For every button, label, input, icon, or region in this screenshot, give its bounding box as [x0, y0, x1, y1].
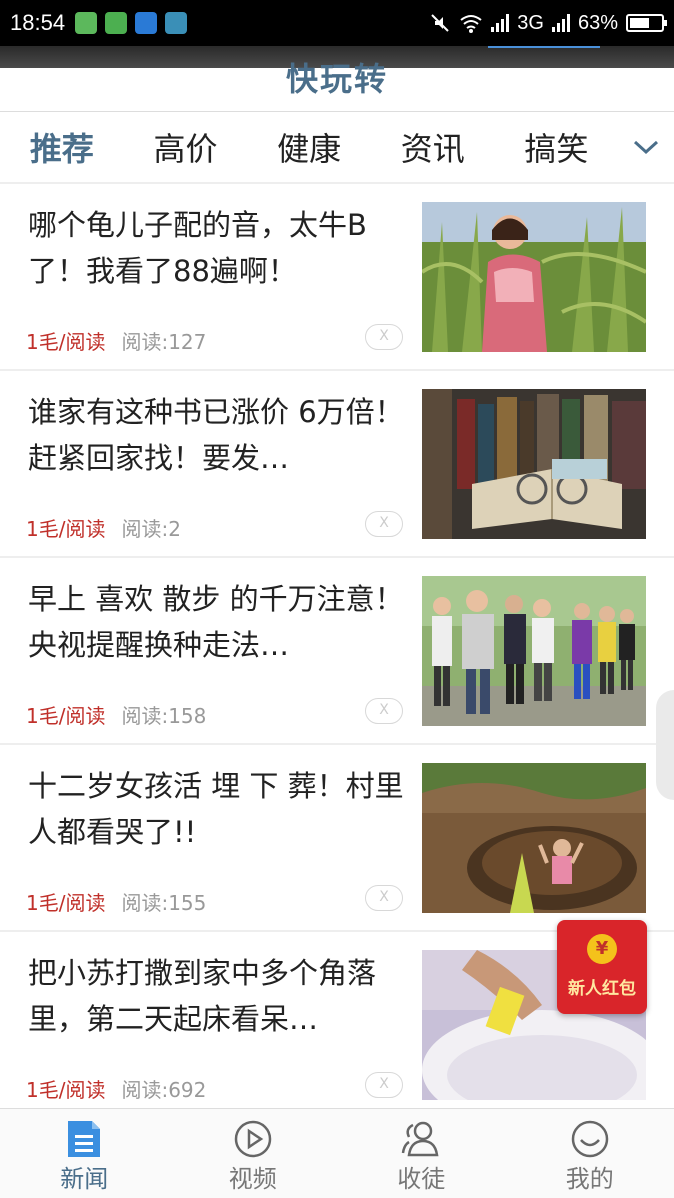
new-user-red-packet-button[interactable]: ¥ 新人红包 — [557, 920, 647, 1014]
news-meta: 1毛/阅读 阅读:692 — [26, 1074, 206, 1103]
app-header: 快玩转 — [0, 46, 674, 112]
nav-label-video: 视频 — [228, 1165, 277, 1193]
tab-news[interactable]: 资讯 — [371, 124, 495, 170]
signal-icon-2 — [551, 14, 570, 32]
signal-icon — [491, 14, 510, 32]
news-thumbnail[interactable] — [422, 389, 646, 539]
dismiss-button[interactable]: X — [365, 698, 403, 724]
walking-people-image — [422, 576, 646, 726]
corn-field-girl-image — [422, 202, 646, 352]
news-thumbnail[interactable] — [422, 576, 646, 726]
nav-item-news[interactable]: 新闻 — [0, 1109, 169, 1198]
tabs-expand-button[interactable] — [618, 111, 674, 183]
news-meta: 1毛/阅读 阅读:2 — [26, 513, 181, 542]
nav-label-news: 新闻 — [60, 1165, 109, 1193]
battery-icon — [626, 14, 667, 32]
wifi-icon — [460, 15, 482, 33]
network-type: 3G — [517, 11, 544, 34]
tab-health[interactable]: 健康 — [247, 124, 371, 170]
status-indicators: 3G 63% — [429, 11, 667, 35]
news-title[interactable]: 哪个龟儿子配的音，太牛B了！我看了88遍啊！ — [28, 202, 408, 294]
news-thumbnail[interactable] — [422, 202, 646, 352]
dismiss-button[interactable]: X — [365, 511, 403, 537]
reward-rate: 1毛/阅读 — [26, 517, 106, 541]
play-circle-icon — [234, 1120, 271, 1158]
dismiss-button[interactable]: X — [365, 1072, 403, 1098]
news-item[interactable]: 十二岁女孩活 埋 下 葬！村里人都看哭了!! 1毛/阅读 阅读:155 X — [0, 745, 674, 932]
nav-label-mine: 我的 — [565, 1165, 614, 1193]
news-item[interactable]: 谁家有这种书已涨价 6万倍！赶紧回家找！要发… 1毛/阅读 阅读:2 X — [0, 371, 674, 558]
chevron-down-icon — [634, 140, 659, 155]
scan-notification-icon — [165, 12, 188, 34]
tab-recommend[interactable]: 推荐 — [0, 124, 124, 170]
side-drawer-handle[interactable] — [656, 690, 674, 800]
news-meta: 1毛/阅读 阅读:127 — [26, 326, 206, 355]
news-item[interactable]: 早上 喜欢 散步 的千万注意！央视提醒换种走法… 1毛/阅读 阅读:158 X — [0, 558, 674, 745]
news-title[interactable]: 谁家有这种书已涨价 6万倍！赶紧回家找！要发… — [28, 389, 408, 481]
reward-rate: 1毛/阅读 — [26, 1078, 106, 1102]
news-item[interactable]: 哪个龟儿子配的音，太牛B了！我看了88遍啊！ 1毛/阅读 阅读:127 X — [0, 184, 674, 371]
mute-icon — [431, 14, 449, 32]
news-title[interactable]: 十二岁女孩活 埋 下 葬！村里人都看哭了!! — [28, 763, 408, 855]
news-doc-icon — [68, 1121, 100, 1157]
dismiss-button[interactable]: X — [365, 885, 403, 911]
tab-funny[interactable]: 搞笑 — [495, 124, 619, 170]
reward-rate: 1毛/阅读 — [26, 704, 106, 728]
reward-rate: 1毛/阅读 — [26, 891, 106, 915]
nav-item-apprentice[interactable]: 收徒 — [337, 1109, 506, 1198]
status-time: 18:54 — [10, 10, 66, 35]
news-meta: 1毛/阅读 阅读:155 — [26, 887, 206, 916]
app-title: 快玩转 — [285, 60, 388, 98]
read-count: 阅读:127 — [121, 330, 207, 354]
nav-label-apprentice: 收徒 — [397, 1165, 446, 1193]
people-icon — [401, 1121, 439, 1157]
bottom-nav: 新闻 视频 收徒 我的 — [0, 1108, 674, 1198]
reward-rate: 1毛/阅读 — [26, 330, 106, 354]
news-meta: 1毛/阅读 阅读:158 — [26, 700, 206, 729]
nav-item-video[interactable]: 视频 — [169, 1109, 338, 1198]
message-notification-icon — [135, 12, 158, 34]
wechat-notification-icon — [75, 12, 98, 34]
nav-item-mine[interactable]: 我的 — [506, 1109, 674, 1198]
news-title[interactable]: 早上 喜欢 散步 的千万注意！央视提醒换种走法… — [28, 576, 408, 668]
tab-high-price[interactable]: 高价 — [124, 124, 248, 170]
category-tabs: 推荐 高价 健康 资讯 搞笑 — [0, 112, 674, 184]
battery-percent: 63% — [577, 11, 618, 34]
news-thumbnail[interactable] — [422, 763, 646, 913]
header-progress-line — [488, 46, 600, 48]
read-count: 阅读:155 — [121, 891, 207, 915]
old-books-image — [422, 389, 646, 539]
news-title[interactable]: 把小苏打撒到家中多个角落里，第二天起床看呆… — [28, 950, 408, 1042]
dismiss-button[interactable]: X — [365, 324, 403, 350]
yuan-coin-icon: ¥ — [587, 934, 617, 964]
smile-face-icon — [571, 1120, 608, 1158]
shield-notification-icon — [105, 12, 128, 34]
read-count: 阅读:692 — [121, 1078, 207, 1102]
read-count: 阅读:2 — [121, 517, 181, 541]
dirt-pit-image — [422, 763, 646, 913]
status-bar: 18:54 3G 63% — [0, 0, 674, 46]
read-count: 阅读:158 — [121, 704, 207, 728]
red-packet-label: 新人红包 — [568, 979, 636, 999]
